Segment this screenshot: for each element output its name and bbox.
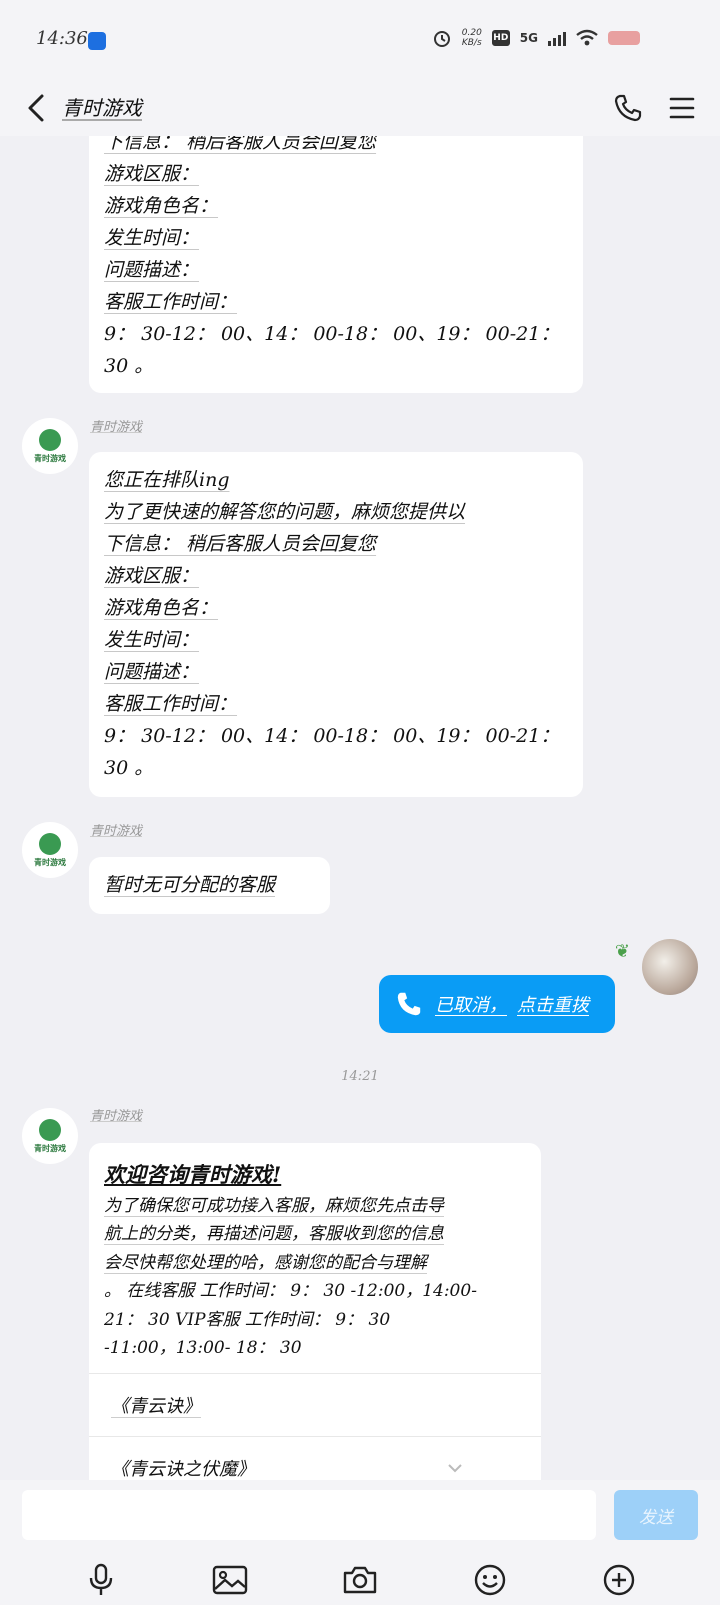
emoji-icon [474,1564,505,1596]
phone-icon [614,94,642,122]
leaf-icon: ❦ [614,941,630,962]
welcome-line: 21： 30 VIP客服 工作时间： 9： 30 [104,1309,391,1330]
redial-link[interactable]: 点击重拨 [517,995,589,1016]
avatar-brand-text: 青时游戏 [34,857,66,867]
input-bar: 发送 [0,1480,720,1605]
message-line: 问题描述： [104,259,200,281]
message-line: 发生时间： [104,227,200,249]
message-line: 游戏区服： [104,565,200,587]
alarm-icon [433,31,450,47]
message-line: 30 。 [104,355,154,377]
plus-circle-icon [603,1564,635,1596]
message-line: 为了更快速的解答您的问题，麻烦您提供以 [104,501,466,523]
bot-avatar[interactable]: 青时游戏 [22,822,78,878]
welcome-card: 欢迎咨询青时游戏! 为了确保您可成功接入客服，麻烦您先点击导 航上的分类，再描述… [89,1143,541,1480]
microphone-icon [89,1563,112,1595]
more-button[interactable] [597,1558,641,1602]
hamburger-menu-icon [669,97,695,119]
message-line: 9： 30-12： 00、14： 00-18： 00、19： 00-21： [104,725,560,747]
welcome-title: 欢迎咨询青时游戏! [104,1162,282,1187]
status-time: 14:36 [36,28,88,49]
redial-call-bubble[interactable]: 已取消， 点击重拨 [379,975,615,1033]
net-speed: 0.20 KB/s [461,28,482,48]
category-item-qingyunjue-fumo[interactable]: 《青云诀之伏魔》 [89,1437,541,1481]
hd-icon: HD [491,30,510,46]
message-line: 发生时间： [104,629,200,651]
message-timestamp: 14:21 [341,1069,379,1084]
message-input[interactable] [22,1490,596,1540]
welcome-line: 为了确保您可成功接入客服，麻烦您先点击导 [104,1195,444,1216]
message-line: 客服工作时间： [104,693,238,715]
send-button[interactable]: 发送 [614,1490,698,1540]
avatar-brand-text: 青时游戏 [34,453,66,463]
chat-title: 青时游戏 [62,96,142,120]
welcome-line: -11:00，13:00- 18： 30 [104,1338,302,1358]
chevron-left-icon [28,94,44,122]
chat-messages[interactable]: 下信息： 稍后客服人员会回复您 游戏区服： 游戏角色名： 发生时间： 问题描述：… [0,136,720,1480]
bot-avatar[interactable]: 青时游戏 [22,418,78,474]
call-status-text: 已取消， 点击重拨 [435,995,589,1016]
brand-logo-icon [39,1118,61,1141]
chat-header: 青时游戏 [0,80,720,136]
camera-icon [343,1566,377,1594]
voice-input-button[interactable] [79,1558,123,1602]
welcome-card-body: 欢迎咨询青时游戏! 为了确保您可成功接入客服，麻烦您先点击导 航上的分类，再描述… [89,1143,541,1373]
input-toolbar [0,1558,720,1602]
network-label: 5G [519,31,538,45]
sender-name: 青时游戏 [90,420,143,435]
message-text: 暂时无可分配的客服 [104,874,276,896]
camera-button[interactable] [338,1558,382,1602]
welcome-line: 会尽快帮您处理的哈，感谢您的配合与理解 [104,1252,427,1273]
message-line: 9： 30-12： 00、14： 00-18： 00、19： 00-21： [104,323,560,345]
message-line: 下信息： 稍后客服人员会回复您 [104,136,377,153]
category-item-qingyunjue[interactable]: 《青云诀》 [89,1374,541,1436]
avatar-brand-text: 青时游戏 [34,1143,66,1153]
brand-logo-icon [39,832,61,855]
image-button[interactable] [208,1558,252,1602]
message-line: 游戏角色名： [104,597,219,619]
app-notification-icon [88,32,106,50]
wifi-icon [576,29,598,46]
welcome-line: 。 在线客服 工作时间： 9： 30 -12:00，14:00- [104,1281,477,1301]
message-line: 您正在排队ing [104,469,230,491]
welcome-line: 航上的分类，再描述问题，客服收到您的信息 [104,1224,444,1244]
sender-name: 青时游戏 [90,1109,143,1124]
message-line: 客服工作时间： [104,291,238,313]
message-bubble: 下信息： 稍后客服人员会回复您 游戏区服： 游戏角色名： 发生时间： 问题描述：… [89,136,583,393]
chevron-down-icon [448,1463,462,1472]
message-line: 游戏角色名： [104,195,219,217]
category-item-label: 《青云诀之伏魔》 [111,1458,255,1480]
emoji-button[interactable] [468,1558,512,1602]
back-button[interactable] [14,86,58,130]
status-icons: 0.20 KB/s HD 5G [432,28,640,48]
bot-avatar[interactable]: 青时游戏 [22,1108,78,1164]
message-line: 问题描述： [104,661,200,683]
user-avatar[interactable] [642,939,698,995]
voice-call-button[interactable] [606,86,650,130]
battery-icon [608,31,640,45]
message-line: 30 。 [104,757,154,779]
signal-icon [548,30,566,46]
message-line: 游戏区服： [104,163,200,185]
message-bubble: 暂时无可分配的客服 [89,857,330,914]
category-item-label: 《青云诀》 [111,1395,201,1417]
menu-button[interactable] [660,86,704,130]
message-line: 下信息： 稍后客服人员会回复您 [104,533,377,555]
sender-name: 青时游戏 [90,824,143,839]
image-icon [213,1565,248,1595]
status-bar: 14:36 0.20 KB/s HD 5G [0,0,720,80]
message-bubble: 您正在排队ing 为了更快速的解答您的问题，麻烦您提供以 下信息： 稍后客服人员… [89,452,583,797]
brand-logo-icon [39,428,61,451]
phone-icon [397,992,421,1016]
